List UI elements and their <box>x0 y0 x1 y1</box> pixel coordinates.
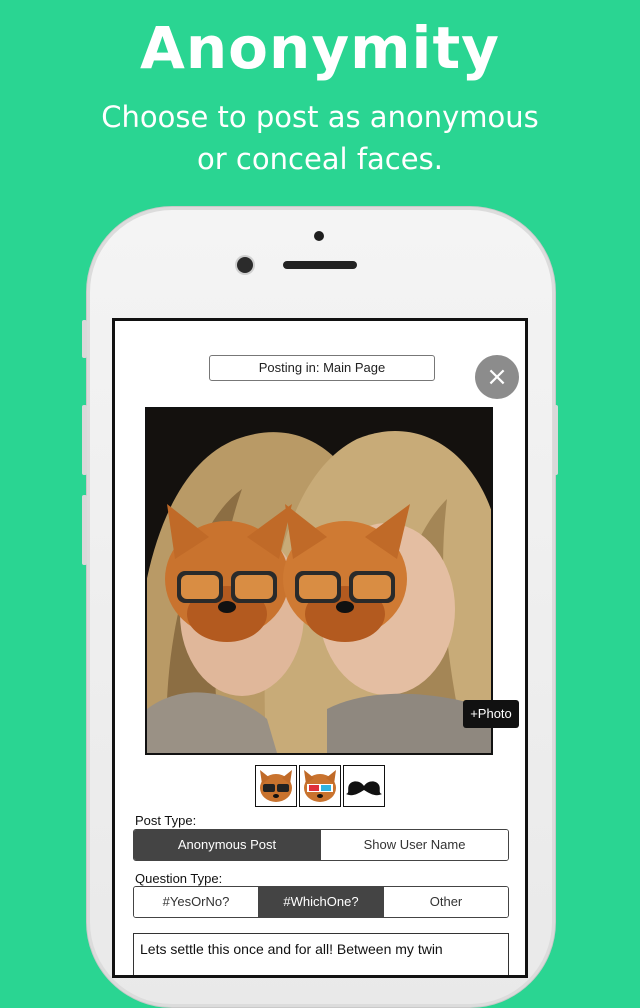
promo-subline: Choose to post as anonymous <box>101 100 539 134</box>
phone-volume-up <box>82 405 87 475</box>
yorkie-sunglasses-icon[interactable] <box>255 765 297 807</box>
yorkie-3d-glasses-icon[interactable] <box>299 765 341 807</box>
photo-image <box>147 409 491 753</box>
add-photo-button[interactable]: +Photo <box>463 700 519 728</box>
question-type-label: Question Type: <box>135 871 223 886</box>
message-textarea[interactable]: Lets settle this once and for all! Betwe… <box>133 933 509 975</box>
promo-headline: Anonymity <box>140 14 500 82</box>
phone-mute-switch <box>82 320 87 358</box>
post-type-label: Post Type: <box>135 813 197 828</box>
post-type-anonymous[interactable]: Anonymous Post <box>134 830 321 860</box>
question-type-segmented-control: #YesOrNo? #WhichOne? Other <box>133 886 509 918</box>
question-type-yes-or-no[interactable]: #YesOrNo? <box>134 887 259 917</box>
phone-power-button <box>553 405 558 475</box>
close-button[interactable]: × <box>475 355 519 399</box>
phone-speaker <box>283 261 357 269</box>
posting-in-selector[interactable]: Posting in: Main Page <box>209 355 435 381</box>
promo-subline-2: or conceal faces. <box>197 142 443 176</box>
question-type-other[interactable]: Other <box>384 887 508 917</box>
sticker-picker <box>255 765 387 809</box>
post-photo[interactable] <box>145 407 493 755</box>
mustache-icon[interactable] <box>343 765 385 807</box>
post-type-segmented-control: Anonymous Post Show User Name <box>133 829 509 861</box>
app-screen: Posting in: Main Page × +Photo Post Type… <box>112 318 528 978</box>
question-type-which-one[interactable]: #WhichOne? <box>259 887 384 917</box>
phone-sensor <box>314 231 324 241</box>
phone-volume-down <box>82 495 87 565</box>
post-type-show-user-name[interactable]: Show User Name <box>321 830 508 860</box>
front-camera-icon <box>237 257 253 273</box>
